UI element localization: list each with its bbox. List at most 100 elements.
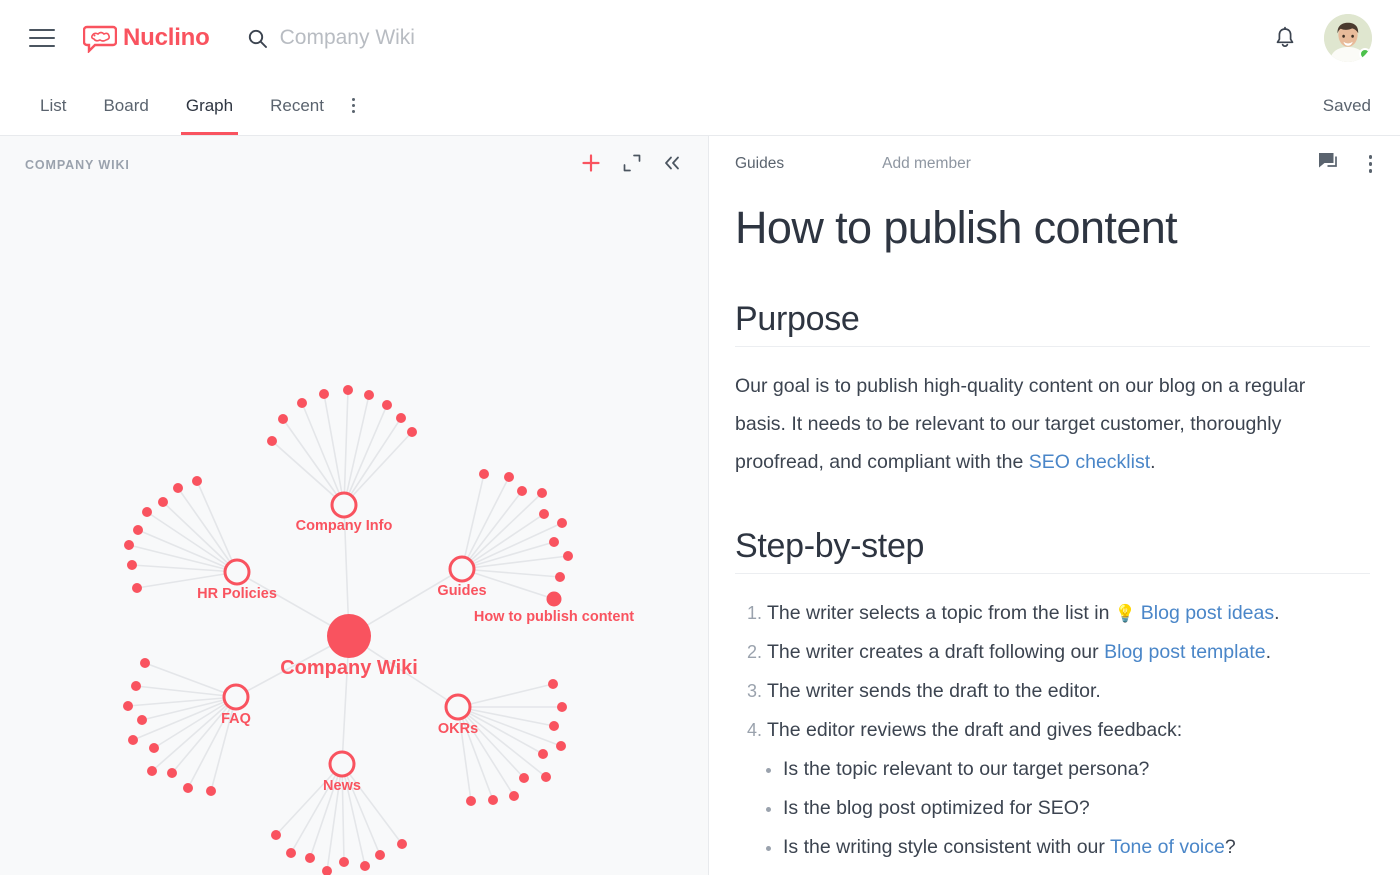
graph-leaf-node[interactable] xyxy=(537,488,547,498)
graph-leaf-node[interactable] xyxy=(158,497,168,507)
step-text: The writer sends the draft to the editor… xyxy=(767,679,1101,702)
graph-root-node[interactable] xyxy=(327,614,371,658)
step-text: The writer creates a draft following our xyxy=(767,640,1105,663)
step-item: The writer creates a draft following our… xyxy=(735,633,1370,672)
checklist-text: Is the blog post optimized for SEO? xyxy=(783,796,1090,819)
graph-leaf-node[interactable] xyxy=(517,486,527,496)
graph-leaf-node[interactable] xyxy=(128,735,138,745)
graph-leaf-node[interactable] xyxy=(124,540,134,550)
tab-recent[interactable]: Recent xyxy=(268,76,326,135)
graph-leaf-node[interactable] xyxy=(267,436,277,446)
graph-leaf-node[interactable] xyxy=(173,483,183,493)
graph-leaf-node[interactable] xyxy=(322,866,332,875)
graph-leaf-node[interactable] xyxy=(556,741,566,751)
graph-leaf-node[interactable] xyxy=(343,385,353,395)
graph-hub-node[interactable] xyxy=(223,558,251,586)
knowledge-graph-canvas[interactable]: How to publish content Company Info HR Pol… xyxy=(0,194,709,875)
add-member-button[interactable]: Add member xyxy=(882,155,971,173)
graph-leaf-node[interactable] xyxy=(555,572,565,582)
graph-hub-node[interactable] xyxy=(448,555,476,583)
graph-leaf-node[interactable] xyxy=(509,791,519,801)
graph-leaf-node[interactable] xyxy=(396,413,406,423)
graph-leaf-node[interactable] xyxy=(375,850,385,860)
graph-leaf-node[interactable] xyxy=(479,469,489,479)
graph-leaf-node[interactable] xyxy=(339,857,349,867)
graph-leaf-node[interactable] xyxy=(360,861,370,871)
graph-hub-node[interactable] xyxy=(328,750,356,778)
graph-leaf-node[interactable] xyxy=(397,839,407,849)
tab-list[interactable]: List xyxy=(38,76,68,135)
graph-leaf-node[interactable] xyxy=(504,472,514,482)
document-more-menu-icon[interactable] xyxy=(1365,149,1377,179)
plus-icon[interactable] xyxy=(581,153,601,178)
graph-leaf-node[interactable] xyxy=(466,796,476,806)
graph-leaf-node[interactable] xyxy=(137,715,147,725)
breadcrumb[interactable]: Guides xyxy=(735,155,784,173)
bell-icon[interactable] xyxy=(1274,26,1296,50)
graph-leaf-node[interactable] xyxy=(541,772,551,782)
graph-leaf-node[interactable] xyxy=(407,427,417,437)
graph-leaf-node[interactable] xyxy=(132,583,142,593)
graph-leaf-node[interactable] xyxy=(286,848,296,858)
kebab-dot xyxy=(1368,169,1372,173)
graph-hub-node[interactable] xyxy=(330,491,358,519)
view-tab-bar: List Board Graph Recent Saved xyxy=(0,76,1400,136)
chevron-double-left-icon[interactable] xyxy=(663,155,681,176)
graph-leaf-node[interactable] xyxy=(167,768,177,778)
graph-leaf-node[interactable] xyxy=(557,518,567,528)
hamburger-line xyxy=(29,29,55,31)
graph-leaf-node[interactable] xyxy=(123,701,133,711)
graph-leaf-node[interactable] xyxy=(140,658,150,668)
comment-icon[interactable] xyxy=(1318,152,1339,176)
graph-leaf-node[interactable] xyxy=(548,679,558,689)
checklist-link[interactable]: Tone of voice xyxy=(1110,836,1225,858)
graph-leaf-node[interactable] xyxy=(271,830,281,840)
step-item: The editor reviews the draft and gives f… xyxy=(735,711,1370,750)
feedback-checklist: Is the topic relevant to our target pers… xyxy=(753,750,1370,867)
graph-leaf-node[interactable] xyxy=(147,766,157,776)
graph-leaf-node[interactable] xyxy=(131,681,141,691)
step-link[interactable]: Blog post template xyxy=(1104,641,1266,663)
user-avatar[interactable] xyxy=(1324,14,1372,62)
search-input[interactable] xyxy=(279,26,700,50)
graph-nodes-layer xyxy=(123,385,573,875)
graph-leaf-node[interactable] xyxy=(557,702,567,712)
graph-leaf-node[interactable] xyxy=(133,525,143,535)
graph-leaf-node[interactable] xyxy=(549,721,559,731)
graph-leaf-node[interactable] xyxy=(127,560,137,570)
graph-leaf-node[interactable] xyxy=(142,507,152,517)
graph-selected-node[interactable] xyxy=(546,591,562,607)
seo-checklist-link[interactable]: SEO checklist xyxy=(1029,451,1150,473)
graph-leaf-node[interactable] xyxy=(563,551,573,561)
graph-hub-node[interactable] xyxy=(444,693,472,721)
global-search[interactable] xyxy=(248,26,700,50)
heading-step-by-step: Step-by-step xyxy=(735,527,1370,574)
graph-leaf-node[interactable] xyxy=(192,476,202,486)
tab-board[interactable]: Board xyxy=(101,76,150,135)
brain-bubble-logo-icon xyxy=(82,23,118,54)
graph-leaf-node[interactable] xyxy=(549,537,559,547)
step-link[interactable]: Blog post ideas xyxy=(1141,602,1274,624)
graph-leaf-node[interactable] xyxy=(519,773,529,783)
graph-leaf-node[interactable] xyxy=(319,389,329,399)
graph-leaf-node[interactable] xyxy=(364,390,374,400)
graph-leaf-node[interactable] xyxy=(149,743,159,753)
graph-hub-node[interactable] xyxy=(222,683,250,711)
nuclino-logo[interactable]: Nuclino xyxy=(82,23,210,54)
checklist-item: Is the blog post optimized for SEO? xyxy=(753,789,1370,828)
graph-leaf-node[interactable] xyxy=(297,398,307,408)
hamburger-menu-icon[interactable] xyxy=(29,29,55,47)
graph-leaf-node[interactable] xyxy=(305,853,315,863)
graph-leaf-node[interactable] xyxy=(183,783,193,793)
tabs-more-menu-icon[interactable] xyxy=(346,90,361,121)
graph-panel-header: COMPANY WIKI xyxy=(0,136,708,194)
graph-leaf-node[interactable] xyxy=(382,400,392,410)
graph-leaf-node[interactable] xyxy=(278,414,288,424)
tab-graph[interactable]: Graph xyxy=(180,76,239,135)
graph-leaf-node[interactable] xyxy=(539,509,549,519)
hamburger-line xyxy=(29,45,55,47)
expand-icon[interactable] xyxy=(623,154,641,177)
graph-leaf-node[interactable] xyxy=(488,795,498,805)
graph-leaf-node[interactable] xyxy=(206,786,216,796)
graph-leaf-node[interactable] xyxy=(538,749,548,759)
